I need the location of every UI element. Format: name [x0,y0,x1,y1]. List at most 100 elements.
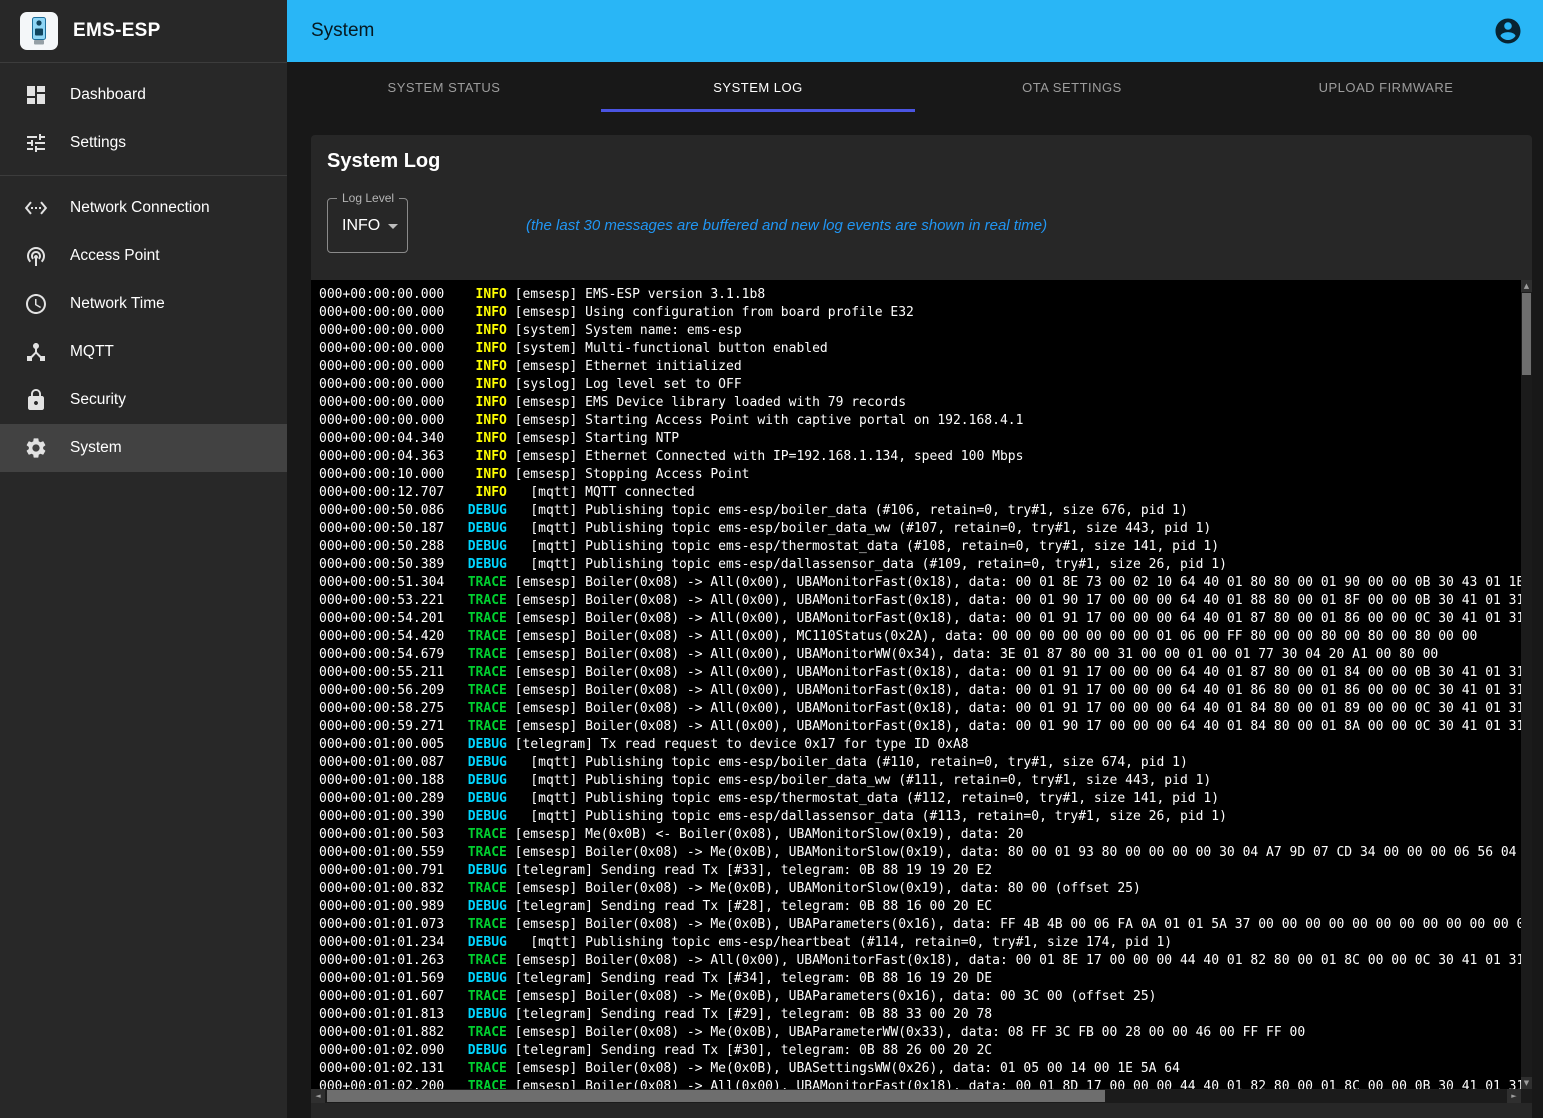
sidebar-item-label: System [70,439,122,457]
lock-icon [24,388,48,412]
log-line: 000+00:00:12.707 INFO [mqtt] MQTT connec… [319,484,1521,502]
divider [0,175,287,176]
sidebar-item-label: Network Connection [70,199,210,217]
log-console: 000+00:00:00.000 INFO [emsesp] EMS-ESP v… [311,280,1532,1103]
log-line: 000+00:01:00.989 DEBUG [telegram] Sendin… [319,898,1521,916]
log-line: 000+00:00:51.304 TRACE [emsesp] Boiler(0… [319,574,1521,592]
sidebar-item-security[interactable]: Security [0,376,287,424]
log-line: 000+00:00:00.000 INFO [system] System na… [319,322,1521,340]
content-area: System Log Log Level INFO (the last 30 m… [287,112,1543,1118]
log-line: 000+00:00:00.000 INFO [emsesp] Using con… [319,304,1521,322]
log-level-select[interactable]: Log Level INFO [327,198,408,253]
scroll-left-icon[interactable]: ◄ [311,1089,325,1103]
gear-icon [24,436,48,460]
sidebar-item-label: MQTT [70,343,114,361]
log-line: 000+00:00:59.271 TRACE [emsesp] Boiler(0… [319,718,1521,736]
app-root: EMS-ESP Dashboard Settings Network Connect… [0,0,1543,1118]
sidebar-item-label: Settings [70,134,126,152]
wifi-tethering-icon [24,244,48,268]
log-level-value: INFO [342,217,380,235]
sidebar-item-network-time[interactable]: Network Time [0,280,287,328]
sidebar-item-label: Network Time [70,295,165,313]
ethernet-icon [24,196,48,220]
vertical-scrollbar-thumb[interactable] [1522,293,1531,375]
sidebar-item-label: Access Point [70,247,160,265]
log-line: 000+00:01:01.882 TRACE [emsesp] Boiler(0… [319,1024,1521,1042]
log-line: 000+00:00:50.086 DEBUG [mqtt] Publishing… [319,502,1521,520]
sidebar-item-label: Dashboard [70,86,146,104]
log-line: 000+00:01:02.200 TRACE [emsesp] Boiler(0… [319,1078,1521,1089]
log-line: 000+00:00:10.000 INFO [emsesp] Stopping … [319,466,1521,484]
account-button[interactable] [1487,10,1529,52]
chevron-down-icon [388,224,398,229]
device-hub-icon [24,340,48,364]
log-line: 000+00:01:00.832 TRACE [emsesp] Boiler(0… [319,880,1521,898]
log-line: 000+00:01:01.569 DEBUG [telegram] Sendin… [319,970,1521,988]
scroll-up-icon[interactable]: ▲ [1521,280,1532,292]
system-log-card: System Log Log Level INFO (the last 30 m… [311,135,1532,1118]
app-bar: System [287,0,1543,62]
tab-upload-firmware[interactable]: UPLOAD FIRMWARE [1229,62,1543,112]
log-controls: Log Level INFO (the last 30 messages are… [327,198,1516,253]
log-line: 000+00:01:00.188 DEBUG [mqtt] Publishing… [319,772,1521,790]
scroll-right-icon[interactable]: ► [1507,1089,1521,1103]
log-line: 000+00:00:00.000 INFO [emsesp] Ethernet … [319,358,1521,376]
log-line: 000+00:00:54.420 TRACE [emsesp] Boiler(0… [319,628,1521,646]
scroll-down-icon[interactable]: ▼ [1521,1077,1532,1089]
log-buffer-note: (the last 30 messages are buffered and n… [526,217,1047,234]
log-line: 000+00:01:01.234 DEBUG [mqtt] Publishing… [319,934,1521,952]
log-line: 000+00:00:54.201 TRACE [emsesp] Boiler(0… [319,610,1521,628]
log-line: 000+00:01:00.005 DEBUG [telegram] Tx rea… [319,736,1521,754]
log-line: 000+00:01:00.390 DEBUG [mqtt] Publishing… [319,808,1521,826]
log-console-lines: 000+00:00:00.000 INFO [emsesp] EMS-ESP v… [311,280,1521,1089]
clock-icon [24,292,48,316]
log-line: 000+00:00:50.389 DEBUG [mqtt] Publishing… [319,556,1521,574]
card-title: System Log [327,150,1516,173]
log-line: 000+00:01:00.289 DEBUG [mqtt] Publishing… [319,790,1521,808]
tab-label: SYSTEM STATUS [388,80,501,95]
log-line: 000+00:00:55.211 TRACE [emsesp] Boiler(0… [319,664,1521,682]
log-line: 000+00:00:00.000 INFO [emsesp] EMS Devic… [319,394,1521,412]
horizontal-scrollbar-thumb[interactable] [327,1090,1105,1102]
log-line: 000+00:00:50.187 DEBUG [mqtt] Publishing… [319,520,1521,538]
sidebar-item-settings[interactable]: Settings [0,119,287,167]
sidebar-item-dashboard[interactable]: Dashboard [0,71,287,119]
tab-label: SYSTEM LOG [713,80,803,95]
log-line: 000+00:00:04.363 INFO [emsesp] Ethernet … [319,448,1521,466]
log-line: 000+00:01:00.087 DEBUG [mqtt] Publishing… [319,754,1521,772]
page-title: System [311,20,1487,42]
tab-system-status[interactable]: SYSTEM STATUS [287,62,601,112]
sidebar-nav: Dashboard Settings Network Connection Acces… [0,63,287,472]
log-line: 000+00:01:00.559 TRACE [emsesp] Boiler(0… [319,844,1521,862]
tab-bar: SYSTEM STATUS SYSTEM LOG OTA SETTINGS UPLOA… [287,62,1543,112]
sidebar-item-label: Security [70,391,126,409]
tab-label: UPLOAD FIRMWARE [1319,80,1454,95]
log-line: 000+00:00:00.000 INFO [emsesp] Starting … [319,412,1521,430]
app-logo [20,12,58,50]
log-level-label: Log Level [337,191,399,205]
tab-label: OTA SETTINGS [1022,80,1122,95]
vertical-scrollbar[interactable]: ▲ ▼ [1521,280,1532,1089]
sidebar-item-mqtt[interactable]: MQTT [0,328,287,376]
log-line: 000+00:01:01.263 TRACE [emsesp] Boiler(0… [319,952,1521,970]
app-title: EMS-ESP [73,20,161,42]
log-line: 000+00:00:54.679 TRACE [emsesp] Boiler(0… [319,646,1521,664]
tune-icon [24,131,48,155]
sidebar: EMS-ESP Dashboard Settings Network Connect… [0,0,287,1118]
account-circle-icon [1493,16,1523,46]
sidebar-item-network-connection[interactable]: Network Connection [0,184,287,232]
log-line: 000+00:01:00.791 DEBUG [telegram] Sendin… [319,862,1521,880]
sidebar-item-access-point[interactable]: Access Point [0,232,287,280]
tab-ota-settings[interactable]: OTA SETTINGS [915,62,1229,112]
horizontal-scrollbar[interactable]: ◄ ► [311,1089,1521,1103]
log-line: 000+00:00:00.000 INFO [system] Multi-fun… [319,340,1521,358]
log-line: 000+00:01:02.131 TRACE [emsesp] Boiler(0… [319,1060,1521,1078]
log-line: 000+00:00:00.000 INFO [syslog] Log level… [319,376,1521,394]
log-line: 000+00:00:50.288 DEBUG [mqtt] Publishing… [319,538,1521,556]
sidebar-item-system[interactable]: System [0,424,287,472]
log-line: 000+00:00:04.340 INFO [emsesp] Starting … [319,430,1521,448]
log-line: 000+00:00:53.221 TRACE [emsesp] Boiler(0… [319,592,1521,610]
scrollbar-corner [1521,1089,1532,1103]
log-line: 000+00:01:00.503 TRACE [emsesp] Me(0x0B)… [319,826,1521,844]
tab-system-log[interactable]: SYSTEM LOG [601,62,915,112]
